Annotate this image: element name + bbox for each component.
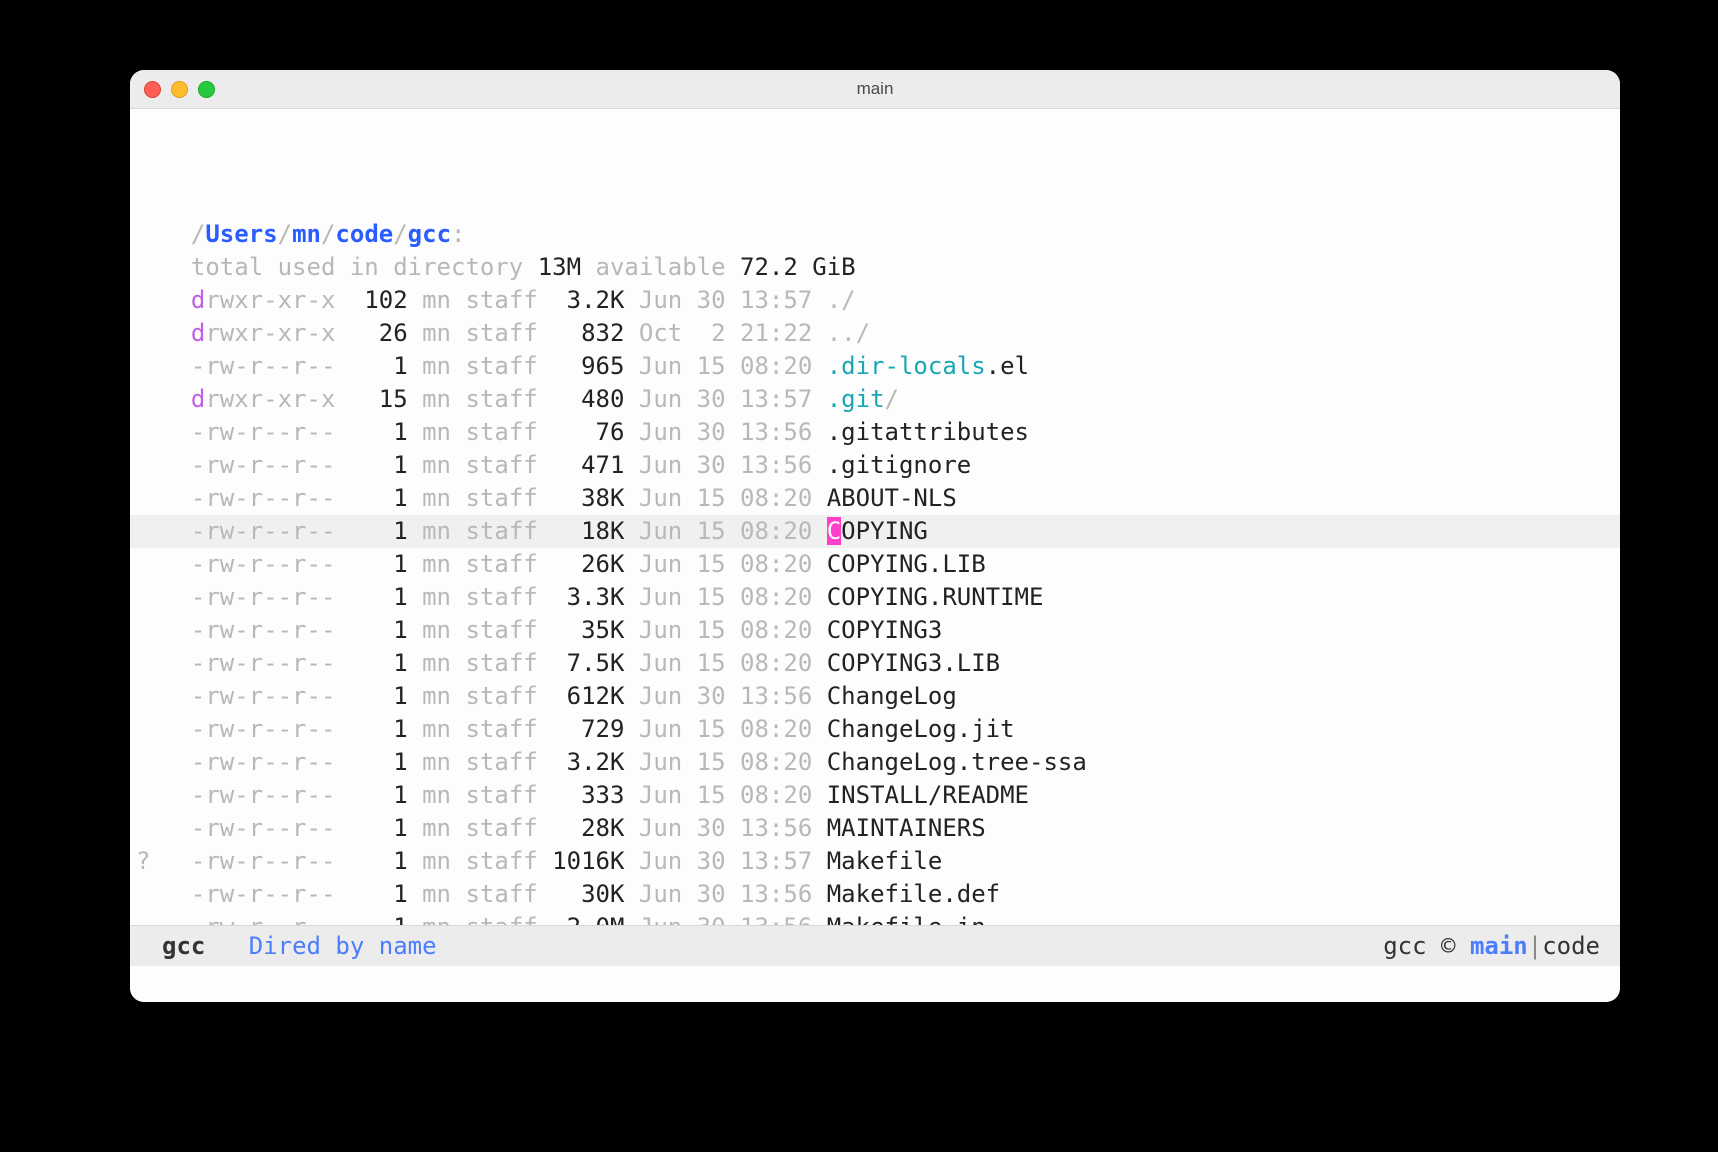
emacs-window: main /Users/mn/code/gcc: total used in d… — [130, 70, 1620, 1002]
git-status-mark: ? — [136, 845, 150, 878]
file-name[interactable]: ChangeLog — [827, 682, 957, 710]
dired-entry[interactable]: drwxr-xr-x 26 mn staff 832 Oct 2 21:22 .… — [130, 317, 1620, 350]
file-name[interactable]: COPYING3.LIB — [827, 649, 1000, 677]
minibuffer[interactable] — [130, 966, 1620, 1002]
modeline-vc-icon: © — [1441, 932, 1455, 960]
modeline-buffer: gcc — [162, 932, 205, 960]
file-name[interactable]: MAINTAINERS — [827, 814, 986, 842]
file-name[interactable]: INSTALL/README — [827, 781, 1029, 809]
dired-entry[interactable]: -rw-r--r-- 1 mn staff 38K Jun 15 08:20 A… — [130, 482, 1620, 515]
dired-entry[interactable]: -rw-r--r-- 1 mn staff 3.2K Jun 15 08:20 … — [130, 746, 1620, 779]
file-name[interactable]: ./ — [827, 286, 856, 314]
dired-entry[interactable]: -rw-r--r-- 1 mn staff 3.3K Jun 15 08:20 … — [130, 581, 1620, 614]
dired-entry[interactable]: drwxr-xr-x 102 mn staff 3.2K Jun 30 13:5… — [130, 284, 1620, 317]
modeline-branch: main — [1470, 932, 1528, 960]
path-segment[interactable]: mn — [292, 220, 321, 248]
dired-entry[interactable]: -rw-r--r-- 1 mn staff 2.0M Jun 30 13:56 … — [130, 911, 1620, 925]
file-name[interactable]: ChangeLog.jit — [827, 715, 1015, 743]
modeline-separator: | — [1528, 932, 1542, 960]
file-name[interactable]: COPYING — [827, 517, 928, 545]
dired-path: /Users/mn/code/gcc: — [130, 218, 1620, 251]
dired-entry[interactable]: -rw-r--r-- 1 mn staff 333 Jun 15 08:20 I… — [130, 779, 1620, 812]
path-segment[interactable]: gcc — [408, 220, 451, 248]
dired-entry[interactable]: -rw-r--r-- 1 mn staff 26K Jun 15 08:20 C… — [130, 548, 1620, 581]
dired-entry[interactable]: -rw-r--r-- 1 mn staff 30K Jun 30 13:56 M… — [130, 878, 1620, 911]
titlebar[interactable]: main — [130, 70, 1620, 109]
file-name[interactable]: .git/ — [827, 385, 899, 413]
dired-entry[interactable]: -rw-r--r-- 1 mn staff 965 Jun 15 08:20 .… — [130, 350, 1620, 383]
file-name[interactable]: Makefile.in — [827, 913, 986, 925]
modeline-context: code — [1542, 932, 1600, 960]
dired-entry[interactable]: -rw-r--r-- 1 mn staff 18K Jun 15 08:20 C… — [130, 515, 1620, 548]
file-name[interactable]: ../ — [827, 319, 870, 347]
dired-entry[interactable]: -rw-r--r-- 1 mn staff 729 Jun 15 08:20 C… — [130, 713, 1620, 746]
file-name[interactable]: .dir-locals.el — [827, 352, 1029, 380]
file-name[interactable]: Makefile.def — [827, 880, 1000, 908]
dired-entry[interactable]: -rw-r--r-- 1 mn staff 35K Jun 15 08:20 C… — [130, 614, 1620, 647]
dired-buffer[interactable]: /Users/mn/code/gcc: total used in direct… — [130, 109, 1620, 925]
modeline-mode: Dired by name — [249, 932, 437, 960]
dired-entry[interactable]: drwxr-xr-x 15 mn staff 480 Jun 30 13:57 … — [130, 383, 1620, 416]
minimize-icon[interactable] — [171, 81, 188, 98]
dired-entry[interactable]: -rw-r--r-- 1 mn staff 471 Jun 30 13:56 .… — [130, 449, 1620, 482]
zoom-icon[interactable] — [198, 81, 215, 98]
dired-entry[interactable]: -rw-r--r-- 1 mn staff 7.5K Jun 15 08:20 … — [130, 647, 1620, 680]
file-name[interactable]: COPYING.RUNTIME — [827, 583, 1044, 611]
dired-entry[interactable]: -rw-r--r-- 1 mn staff 612K Jun 30 13:56 … — [130, 680, 1620, 713]
modeline[interactable]: gcc Dired by name gcc © main | code — [130, 925, 1620, 966]
dired-entry[interactable]: -rw-r--r-- 1 mn staff 28K Jun 30 13:56 M… — [130, 812, 1620, 845]
file-name[interactable]: .gitignore — [827, 451, 972, 479]
close-icon[interactable] — [144, 81, 161, 98]
dired-summary: total used in directory 13M available 72… — [130, 251, 1620, 284]
file-name[interactable]: COPYING3 — [827, 616, 943, 644]
path-segment[interactable]: code — [335, 220, 393, 248]
window-title: main — [130, 79, 1620, 99]
dired-entry[interactable]: ? -rw-r--r-- 1 mn staff 1016K Jun 30 13:… — [130, 845, 1620, 878]
modeline-vc-project: gcc — [1383, 932, 1426, 960]
dired-entry[interactable]: -rw-r--r-- 1 mn staff 76 Jun 30 13:56 .g… — [130, 416, 1620, 449]
file-name[interactable]: COPYING.LIB — [827, 550, 986, 578]
file-name[interactable]: Makefile — [827, 847, 943, 875]
file-name[interactable]: .gitattributes — [827, 418, 1029, 446]
file-name[interactable]: ABOUT-NLS — [827, 484, 957, 512]
traffic-lights — [144, 81, 215, 98]
path-segment[interactable]: Users — [205, 220, 277, 248]
file-name[interactable]: ChangeLog.tree-ssa — [827, 748, 1087, 776]
